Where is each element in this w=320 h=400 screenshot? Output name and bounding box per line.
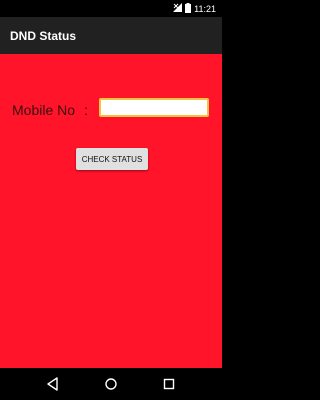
- mobile-no-label: Mobile No: [12, 102, 76, 118]
- recents-icon[interactable]: [159, 374, 179, 394]
- mobile-no-colon: :: [84, 102, 88, 118]
- signal-icon: [173, 3, 183, 14]
- home-icon[interactable]: [101, 374, 121, 394]
- page-title: DND Status: [10, 28, 77, 43]
- status-time: 11:21: [194, 3, 216, 14]
- battery-icon: [185, 2, 192, 15]
- status-bar: 11:21: [0, 0, 222, 17]
- main-content: Mobile No : CHECK STATUS: [0, 54, 222, 368]
- check-status-button[interactable]: CHECK STATUS: [76, 148, 148, 170]
- back-icon[interactable]: [43, 374, 63, 394]
- app-bar: DND Status: [0, 17, 222, 54]
- mobile-number-input[interactable]: [99, 98, 209, 117]
- navigation-bar: [0, 368, 222, 400]
